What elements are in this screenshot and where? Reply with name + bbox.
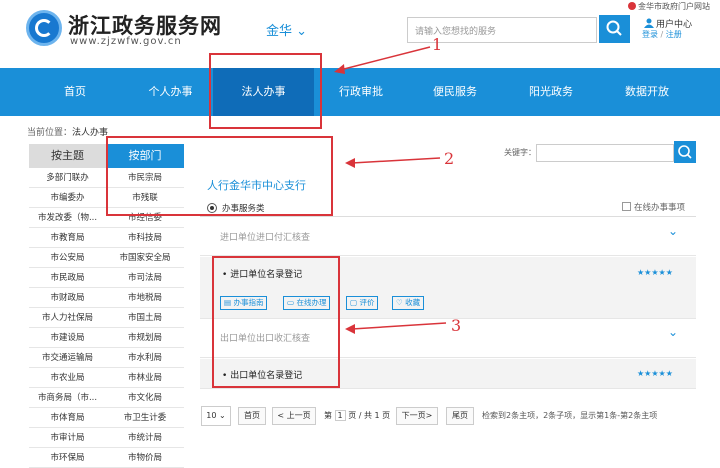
annotation-label-2: 2 bbox=[444, 149, 455, 168]
annotation-arrows bbox=[334, 46, 447, 334]
annotation-label-3: 3 bbox=[451, 316, 462, 335]
annotation-label-1: 1 bbox=[432, 35, 443, 54]
